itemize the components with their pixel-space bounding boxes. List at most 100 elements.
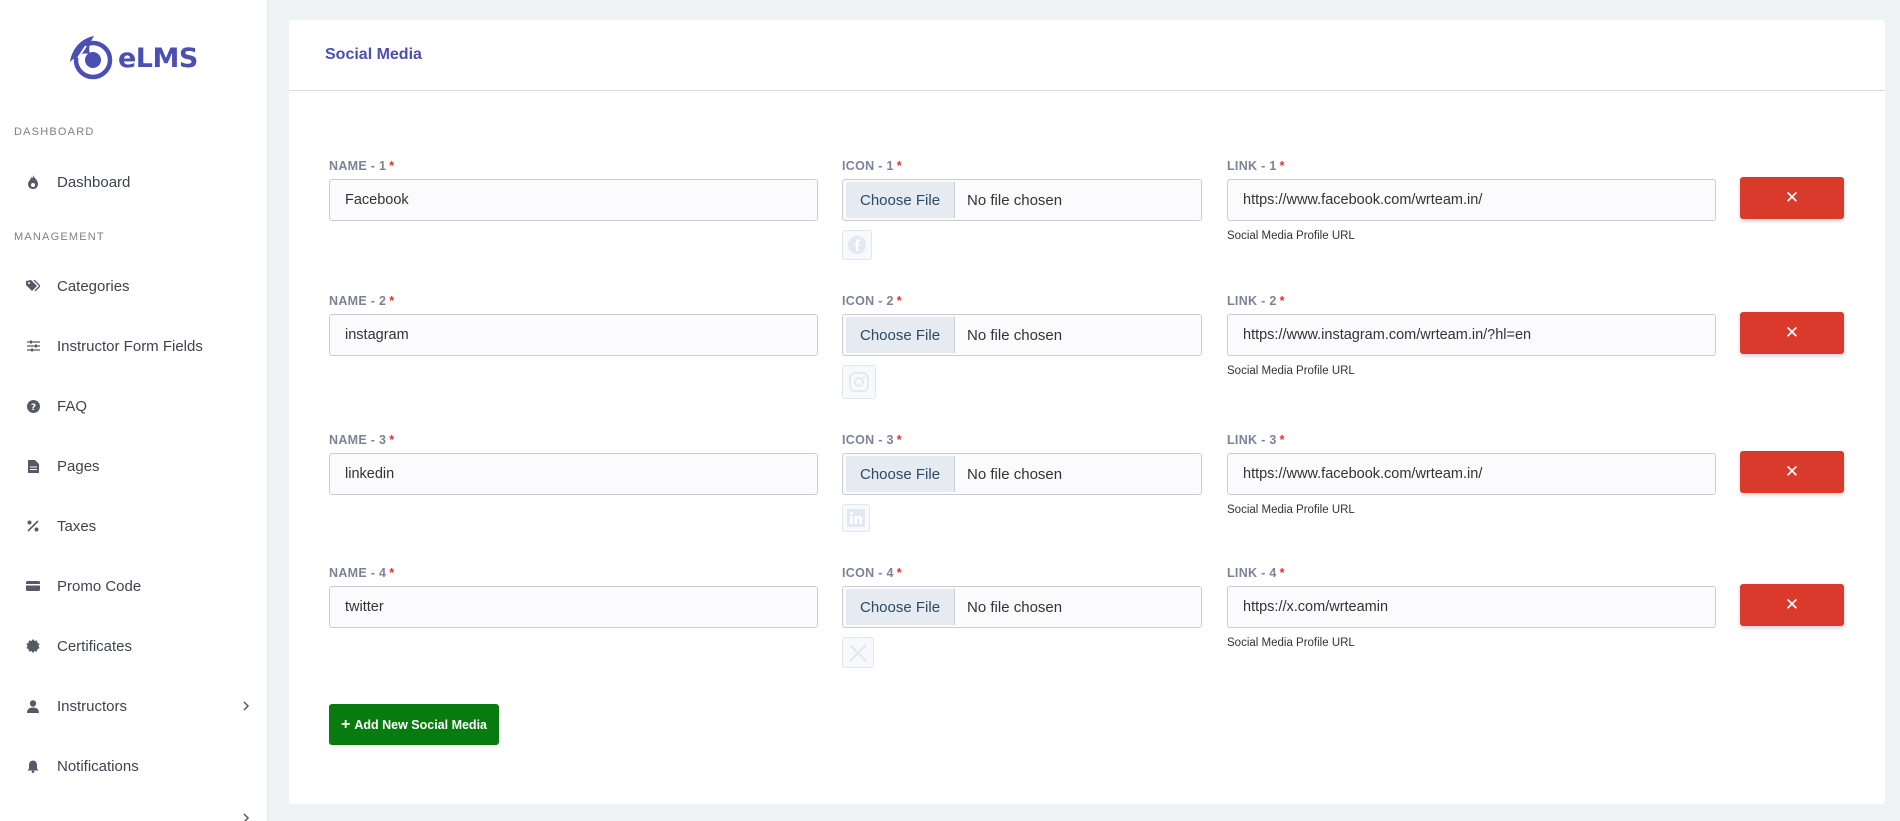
document-icon [26,459,40,473]
required-marker: * [1279,566,1285,580]
link-input[interactable]: https://www.facebook.com/wrteam.in/ [1227,179,1716,221]
sidebar-item-label: Categories [57,277,130,295]
plus-icon: + [340,715,351,733]
link-help-text: Social Media Profile URL [1227,504,1355,516]
icon-label: ICON - 2 * [842,294,902,308]
sidebar-item-instructor-form-fields[interactable]: Instructor Form Fields [0,331,268,361]
name-input[interactable]: Facebook [329,179,818,221]
sidebar-item-certificates[interactable]: Certificates [0,631,268,661]
required-marker: * [389,294,395,308]
name-input[interactable]: linkedin [329,453,818,495]
linkedin-icon [842,504,870,532]
close-icon: ✕ [1784,323,1800,342]
choose-file-button[interactable]: Choose File [846,317,956,353]
sidebar-item-instructors[interactable]: Instructors [0,691,268,721]
required-marker: * [896,433,902,447]
tags-icon [26,279,40,293]
file-status: No file chosen [967,326,1063,344]
required-marker: * [389,566,395,580]
sidebar-item-label: Notifications [57,757,139,775]
icon-file-input[interactable]: Choose File No file chosen [842,314,1202,356]
link-help-text: Social Media Profile URL [1227,365,1355,377]
required-marker: * [896,159,902,173]
name-label: NAME - 1 * [329,159,395,173]
card-header: Social Media [289,20,1885,91]
icon-label: ICON - 3 * [842,433,902,447]
user-icon [26,699,40,713]
link-input[interactable]: https://x.com/wrteamin [1227,586,1716,628]
required-marker: * [1279,294,1285,308]
remove-row-button[interactable]: ✕ [1740,177,1844,219]
name-input[interactable]: instagram [329,314,818,356]
sidebar-item-label: Certificates [57,637,133,655]
remove-row-button[interactable]: ✕ [1740,312,1844,354]
section-label-management: MANAGEMENT [14,231,105,243]
sidebar: eLMS DASHBOARD Dashboard MANAGEMENT Cate… [0,0,268,821]
sidebar-item-notifications[interactable]: Notifications [0,751,268,781]
link-help-text: Social Media Profile URL [1227,637,1355,649]
logo-text: eLMS [118,42,198,74]
flame-icon [26,175,40,189]
icon-file-input[interactable]: Choose File No file chosen [842,453,1202,495]
close-icon: ✕ [1784,188,1800,207]
remove-row-button[interactable]: ✕ [1740,584,1844,626]
remove-row-button[interactable]: ✕ [1740,451,1844,493]
add-social-media-button[interactable]: + Add New Social Media [329,704,499,745]
name-label: NAME - 3 * [329,433,395,447]
sidebar-item-partial[interactable] [0,808,268,821]
chevron-right-icon [243,813,250,821]
link-label: LINK - 2 * [1227,294,1285,308]
sliders-icon [26,339,40,353]
sidebar-item-dashboard[interactable]: Dashboard [0,167,268,197]
sidebar-item-label: Promo Code [57,577,142,595]
chevron-right-icon [243,701,250,711]
question-circle-icon: ? [26,399,40,413]
icon-file-input[interactable]: Choose File No file chosen [842,179,1202,221]
sidebar-item-label: Instructor Form Fields [57,337,203,355]
close-icon: ✕ [1784,595,1800,614]
icon-file-input[interactable]: Choose File No file chosen [842,586,1202,628]
page-title: Social Media [325,46,422,63]
ticket-icon [26,579,40,593]
svg-text:?: ? [30,403,35,413]
required-marker: * [389,433,395,447]
sidebar-item-label: Taxes [57,517,97,535]
link-label: LINK - 4 * [1227,566,1285,580]
required-marker: * [1279,159,1285,173]
icon-label: ICON - 4 * [842,566,902,580]
file-status: No file chosen [967,191,1063,209]
bell-icon [26,759,40,773]
sidebar-item-taxes[interactable]: Taxes [0,511,268,541]
sidebar-item-label: Instructors [57,697,128,715]
icon-label: ICON - 1 * [842,159,902,173]
sidebar-item-label: Pages [57,457,100,475]
required-marker: * [1279,433,1285,447]
logo-icon [70,36,113,80]
link-input[interactable]: https://www.facebook.com/wrteam.in/ [1227,453,1716,495]
section-label-dashboard: DASHBOARD [14,126,95,138]
sidebar-item-pages[interactable]: Pages [0,451,268,481]
link-input[interactable]: https://www.instagram.com/wrteam.in/?hl=… [1227,314,1716,356]
sidebar-item-label: FAQ [57,397,88,415]
choose-file-button[interactable]: Choose File [846,456,956,492]
file-status: No file chosen [967,465,1063,483]
link-label: LINK - 1 * [1227,159,1285,173]
choose-file-button[interactable]: Choose File [846,182,956,218]
file-status: No file chosen [967,598,1063,616]
name-label: NAME - 4 * [329,566,395,580]
sidebar-item-promo-code[interactable]: Promo Code [0,571,268,601]
sidebar-item-label: Dashboard [57,173,131,191]
app-logo[interactable]: eLMS [64,32,198,84]
x-twitter-icon [842,637,874,668]
badge-icon [26,639,40,653]
link-help-text: Social Media Profile URL [1227,230,1355,242]
required-marker: * [389,159,395,173]
name-input[interactable]: twitter [329,586,818,628]
social-media-card: Social Media NAME - 1 * Facebook ICON - 1… [289,20,1885,804]
sidebar-item-categories[interactable]: Categories [0,271,268,301]
choose-file-button[interactable]: Choose File [846,589,956,625]
sidebar-item-faq[interactable]: ? FAQ [0,391,268,421]
facebook-icon [842,230,872,260]
required-marker: * [896,294,902,308]
required-marker: * [896,566,902,580]
